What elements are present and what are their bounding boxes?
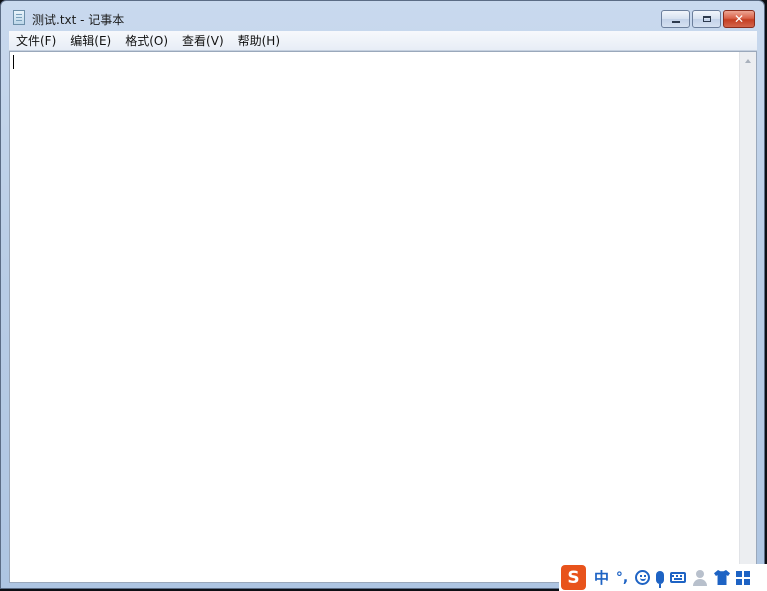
menu-format[interactable]: 格式(O) <box>118 31 175 51</box>
ime-emoji-button[interactable] <box>635 567 651 589</box>
ime-toolbox-button[interactable] <box>736 567 751 589</box>
maximize-button[interactable] <box>692 10 721 28</box>
text-editor[interactable] <box>10 52 739 582</box>
ime-mode-chinese[interactable]: 中 <box>594 567 609 589</box>
emoji-icon <box>635 570 651 585</box>
menu-file[interactable]: 文件(F) <box>9 31 63 51</box>
ime-punctuation-toggle[interactable]: °, <box>615 567 629 589</box>
vertical-scrollbar[interactable] <box>739 52 756 582</box>
toolbox-grid-icon <box>736 570 751 585</box>
close-icon: ✕ <box>733 12 745 26</box>
notepad-app-icon[interactable] <box>13 10 25 25</box>
ime-keyboard-button[interactable] <box>670 567 687 589</box>
skin-shirt-icon <box>714 570 731 585</box>
microphone-icon <box>656 571 665 588</box>
menu-bar: 文件(F) 编辑(E) 格式(O) 查看(V) 帮助(H) <box>9 31 757 51</box>
keyboard-icon <box>670 572 687 583</box>
scroll-up-button[interactable] <box>740 52 756 69</box>
user-icon <box>692 569 708 586</box>
ime-voice-button[interactable] <box>656 567 665 589</box>
text-caret <box>13 55 14 69</box>
maximize-icon <box>702 16 711 22</box>
window-title: 测试.txt - 记事本 <box>32 13 125 27</box>
editor-frame <box>9 51 757 583</box>
caption-buttons: ✕ <box>661 10 755 28</box>
ime-skin-button[interactable] <box>714 567 731 589</box>
minimize-button[interactable] <box>661 10 690 28</box>
minimize-icon <box>671 20 680 23</box>
ime-toolbar: S 中 °, <box>559 564 767 591</box>
menu-edit[interactable]: 编辑(E) <box>63 31 118 51</box>
ime-user-button[interactable] <box>692 567 708 589</box>
sogou-logo-icon[interactable]: S <box>561 565 586 590</box>
arrow-up-icon <box>745 58 751 63</box>
close-button[interactable]: ✕ <box>723 10 755 28</box>
menu-help[interactable]: 帮助(H) <box>231 31 287 51</box>
title-bar[interactable]: 测试.txt - 记事本 ✕ <box>1 1 764 31</box>
notepad-window: 测试.txt - 记事本 ✕ 文件(F) 编辑(E) 格式(O) 查看(V) 帮… <box>0 0 765 589</box>
menu-view[interactable]: 查看(V) <box>175 31 231 51</box>
